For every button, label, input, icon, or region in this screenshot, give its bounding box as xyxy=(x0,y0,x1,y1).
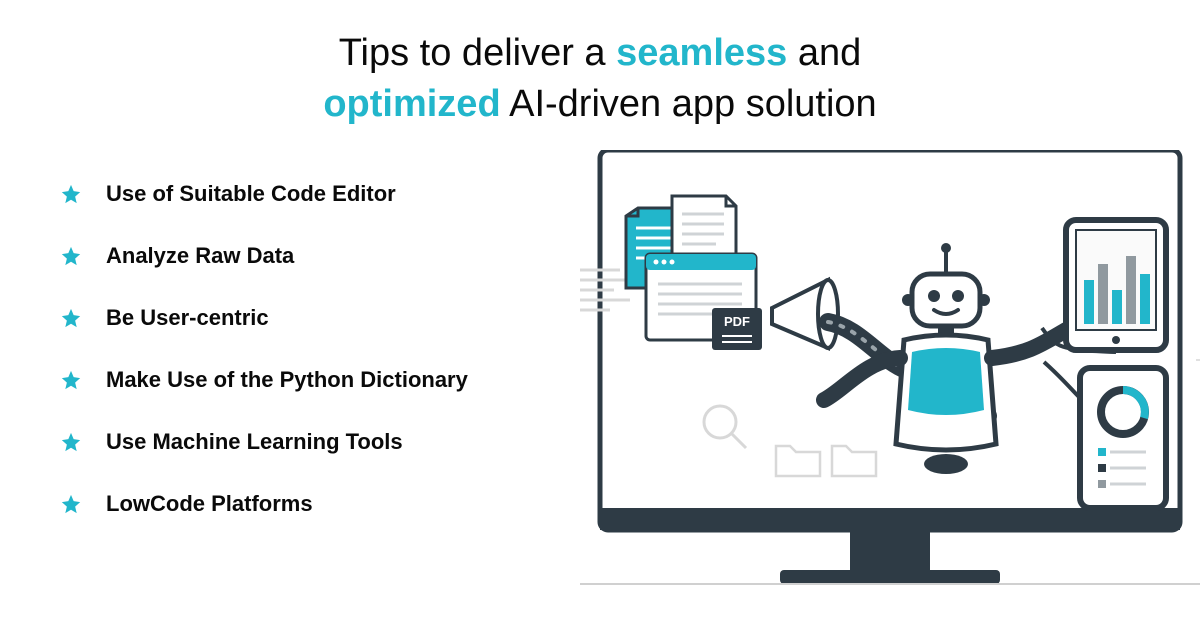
page-title: Tips to deliver a seamless and optimized… xyxy=(0,0,1200,131)
title-part1: Tips to deliver a xyxy=(339,32,616,74)
tip-label: LowCode Platforms xyxy=(106,491,313,517)
title-accent-optimized: optimized xyxy=(323,83,500,125)
tip-label: Make Use of the Python Dictionary xyxy=(106,367,468,393)
title-part3: AI-driven app solution xyxy=(501,83,877,125)
star-icon xyxy=(60,307,82,329)
title-part2: and xyxy=(787,32,861,74)
tip-label: Be User-centric xyxy=(106,305,269,331)
list-item: Use of Suitable Code Editor xyxy=(60,181,600,207)
title-accent-seamless: seamless xyxy=(616,32,787,74)
star-icon xyxy=(60,183,82,205)
list-item: Use Machine Learning Tools xyxy=(60,429,600,455)
star-icon xyxy=(60,493,82,515)
tips-list: Use of Suitable Code Editor Analyze Raw … xyxy=(0,181,600,553)
robot-illustration: PDF xyxy=(580,150,1200,610)
list-item: Analyze Raw Data xyxy=(60,243,600,269)
pdf-label: PDF xyxy=(724,314,750,329)
tip-label: Use Machine Learning Tools xyxy=(106,429,403,455)
tip-label: Analyze Raw Data xyxy=(106,243,294,269)
star-icon xyxy=(60,369,82,391)
list-item: Be User-centric xyxy=(60,305,600,331)
list-item: LowCode Platforms xyxy=(60,491,600,517)
star-icon xyxy=(60,431,82,453)
list-item: Make Use of the Python Dictionary xyxy=(60,367,600,393)
star-icon xyxy=(60,245,82,267)
tip-label: Use of Suitable Code Editor xyxy=(106,181,396,207)
